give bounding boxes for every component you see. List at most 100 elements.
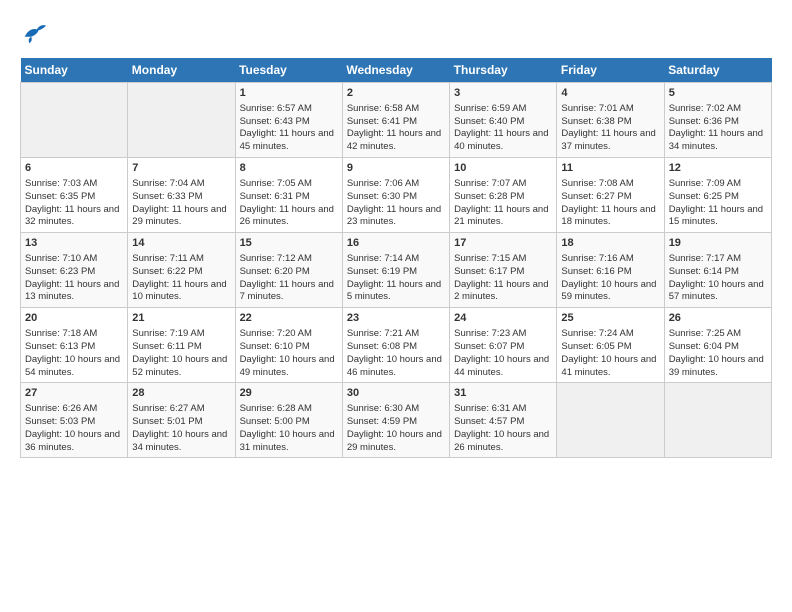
- calendar-cell: 9Sunrise: 7:06 AMSunset: 6:30 PMDaylight…: [342, 158, 449, 233]
- day-number: 16: [347, 236, 445, 251]
- sunrise-text: Sunrise: 7:14 AM: [347, 253, 445, 266]
- daylight-text: Daylight: 10 hours and 34 minutes.: [132, 429, 230, 455]
- day-number: 11: [561, 161, 659, 176]
- sunset-text: Sunset: 6:28 PM: [454, 191, 552, 204]
- sunrise-text: Sunrise: 7:23 AM: [454, 328, 552, 341]
- day-number: 2: [347, 86, 445, 101]
- sunset-text: Sunset: 6:14 PM: [669, 266, 767, 279]
- daylight-text: Daylight: 11 hours and 26 minutes.: [240, 204, 338, 230]
- day-number: 9: [347, 161, 445, 176]
- sunset-text: Sunset: 6:41 PM: [347, 116, 445, 129]
- daylight-text: Daylight: 10 hours and 39 minutes.: [669, 354, 767, 380]
- sunrise-text: Sunrise: 7:10 AM: [25, 253, 123, 266]
- sunset-text: Sunset: 6:31 PM: [240, 191, 338, 204]
- sunrise-text: Sunrise: 7:11 AM: [132, 253, 230, 266]
- calendar-cell: 15Sunrise: 7:12 AMSunset: 6:20 PMDayligh…: [235, 233, 342, 308]
- daylight-text: Daylight: 11 hours and 32 minutes.: [25, 204, 123, 230]
- day-number: 29: [240, 386, 338, 401]
- daylight-text: Daylight: 11 hours and 45 minutes.: [240, 128, 338, 154]
- sunrise-text: Sunrise: 7:19 AM: [132, 328, 230, 341]
- sunset-text: Sunset: 6:20 PM: [240, 266, 338, 279]
- sunrise-text: Sunrise: 6:27 AM: [132, 403, 230, 416]
- day-number: 19: [669, 236, 767, 251]
- calendar-cell: 6Sunrise: 7:03 AMSunset: 6:35 PMDaylight…: [21, 158, 128, 233]
- sunrise-text: Sunrise: 7:05 AM: [240, 178, 338, 191]
- calendar-cell: 10 Sunrise: 7:07 AMSunset: 6:28 PMDayligh…: [450, 158, 557, 233]
- daylight-text: Daylight: 11 hours and 5 minutes.: [347, 279, 445, 305]
- calendar-cell: [557, 383, 664, 458]
- daylight-text: Daylight: 10 hours and 54 minutes.: [25, 354, 123, 380]
- day-number: 20: [25, 311, 123, 326]
- sunset-text: Sunset: 6:19 PM: [347, 266, 445, 279]
- calendar-cell: 8Sunrise: 7:05 AMSunset: 6:31 PMDaylight…: [235, 158, 342, 233]
- sunset-text: Sunset: 6:07 PM: [454, 341, 552, 354]
- daylight-text: Daylight: 10 hours and 41 minutes.: [561, 354, 659, 380]
- calendar-cell: 30Sunrise: 6:30 AMSunset: 4:59 PMDayligh…: [342, 383, 449, 458]
- calendar-cell: 3Sunrise: 6:59 AMSunset: 6:40 PMDaylight…: [450, 83, 557, 158]
- daylight-text: Daylight: 10 hours and 59 minutes.: [561, 279, 659, 305]
- calendar-cell: 12 Sunrise: 7:09 AMSunset: 6:25 PMDayligh…: [664, 158, 771, 233]
- day-number: 24: [454, 311, 552, 326]
- sunset-text: Sunset: 6:38 PM: [561, 116, 659, 129]
- sunrise-text: Sunrise: 6:31 AM: [454, 403, 552, 416]
- sunset-text: Sunset: 6:33 PM: [132, 191, 230, 204]
- day-header-thursday: Thursday: [450, 58, 557, 83]
- sunrise-text: Sunrise: 7:18 AM: [25, 328, 123, 341]
- day-header-saturday: Saturday: [664, 58, 771, 83]
- daylight-text: Daylight: 11 hours and 21 minutes.: [454, 204, 552, 230]
- calendar-cell: 4Sunrise: 7:01 AMSunset: 6:38 PMDaylight…: [557, 83, 664, 158]
- sunset-text: Sunset: 4:57 PM: [454, 416, 552, 429]
- sunrise-text: Sunrise: 7:09 AM: [669, 178, 767, 191]
- daylight-text: Daylight: 11 hours and 34 minutes.: [669, 128, 767, 154]
- sunset-text: Sunset: 6:08 PM: [347, 341, 445, 354]
- day-number: 15: [240, 236, 338, 251]
- sunrise-text: Sunrise: 7:06 AM: [347, 178, 445, 191]
- sunset-text: Sunset: 6:40 PM: [454, 116, 552, 129]
- sunrise-text: Sunrise: 7:07 AM: [454, 178, 552, 191]
- day-header-tuesday: Tuesday: [235, 58, 342, 83]
- daylight-text: Daylight: 11 hours and 15 minutes.: [669, 204, 767, 230]
- daylight-text: Daylight: 11 hours and 29 minutes.: [132, 204, 230, 230]
- day-number: 3: [454, 86, 552, 101]
- day-number: 23: [347, 311, 445, 326]
- day-number: 5: [669, 86, 767, 101]
- sunset-text: Sunset: 6:16 PM: [561, 266, 659, 279]
- daylight-text: Daylight: 10 hours and 44 minutes.: [454, 354, 552, 380]
- day-header-wednesday: Wednesday: [342, 58, 449, 83]
- day-number: 18: [561, 236, 659, 251]
- calendar-cell: 2Sunrise: 6:58 AMSunset: 6:41 PMDaylight…: [342, 83, 449, 158]
- day-header-monday: Monday: [128, 58, 235, 83]
- sunrise-text: Sunrise: 6:59 AM: [454, 103, 552, 116]
- daylight-text: Daylight: 11 hours and 10 minutes.: [132, 279, 230, 305]
- day-number: 14: [132, 236, 230, 251]
- sunrise-text: Sunrise: 7:15 AM: [454, 253, 552, 266]
- sunrise-text: Sunrise: 7:04 AM: [132, 178, 230, 191]
- daylight-text: Daylight: 11 hours and 13 minutes.: [25, 279, 123, 305]
- calendar-cell: [128, 83, 235, 158]
- calendar-cell: 28Sunrise: 6:27 AMSunset: 5:01 PMDayligh…: [128, 383, 235, 458]
- sunset-text: Sunset: 6:23 PM: [25, 266, 123, 279]
- sunrise-text: Sunrise: 7:08 AM: [561, 178, 659, 191]
- calendar-cell: 7Sunrise: 7:04 AMSunset: 6:33 PMDaylight…: [128, 158, 235, 233]
- sunrise-text: Sunrise: 6:28 AM: [240, 403, 338, 416]
- day-number: 22: [240, 311, 338, 326]
- day-number: 10: [454, 161, 552, 176]
- sunrise-text: Sunrise: 7:03 AM: [25, 178, 123, 191]
- sunset-text: Sunset: 6:10 PM: [240, 341, 338, 354]
- daylight-text: Daylight: 10 hours and 36 minutes.: [25, 429, 123, 455]
- sunset-text: Sunset: 6:25 PM: [669, 191, 767, 204]
- calendar-cell: 25Sunrise: 7:24 AMSunset: 6:05 PMDayligh…: [557, 308, 664, 383]
- sunset-text: Sunset: 6:30 PM: [347, 191, 445, 204]
- day-number: 1: [240, 86, 338, 101]
- calendar-cell: [21, 83, 128, 158]
- calendar-cell: 16 Sunrise: 7:14 AMSunset: 6:19 PMDayligh…: [342, 233, 449, 308]
- calendar-cell: 24 Sunrise: 7:23 AMSunset: 6:07 PMDayligh…: [450, 308, 557, 383]
- day-number: 25: [561, 311, 659, 326]
- calendar-cell: 5Sunrise: 7:02 AMSunset: 6:36 PMDaylight…: [664, 83, 771, 158]
- calendar-cell: 31Sunrise: 6:31 AMSunset: 4:57 PMDayligh…: [450, 383, 557, 458]
- day-number: 12: [669, 161, 767, 176]
- day-number: 6: [25, 161, 123, 176]
- calendar-cell: 14 Sunrise: 7:11 AMSunset: 6:22 PMDayligh…: [128, 233, 235, 308]
- sunset-text: Sunset: 6:22 PM: [132, 266, 230, 279]
- calendar-cell: 19Sunrise: 7:17 AMSunset: 6:14 PMDayligh…: [664, 233, 771, 308]
